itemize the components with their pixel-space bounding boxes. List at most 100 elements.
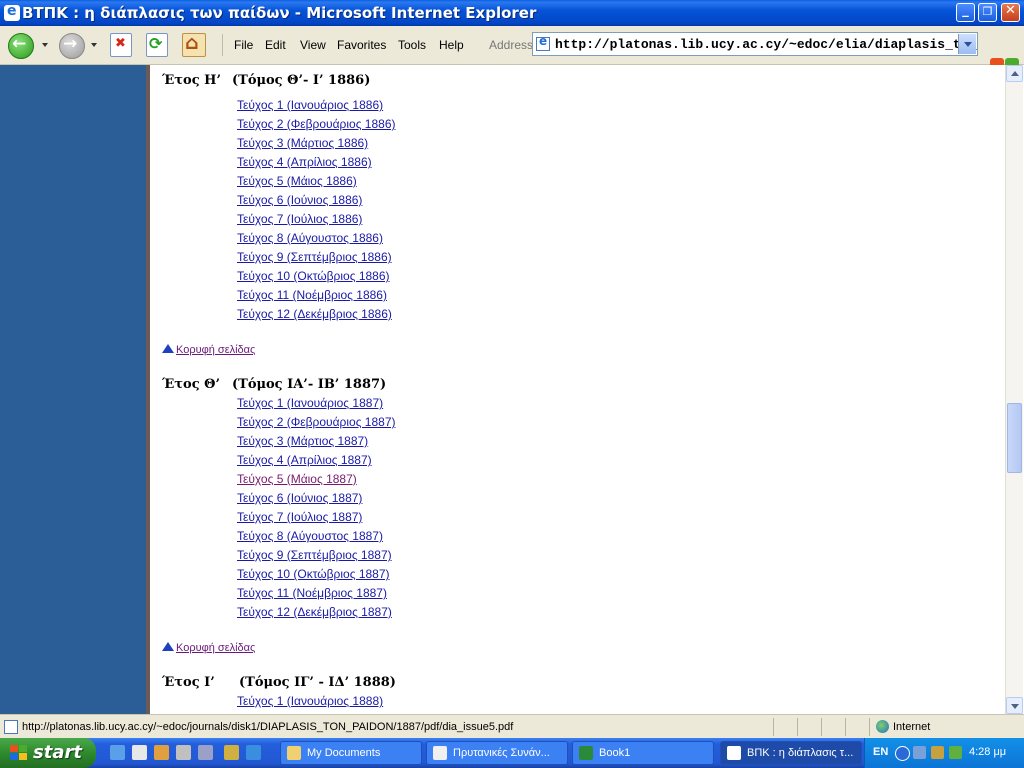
status-divider <box>845 718 846 736</box>
restore-icon: ❐ <box>982 5 993 18</box>
issue-link[interactable]: Τεύχος 1 (Ιανουάριος 1887) <box>237 396 383 410</box>
page-content: Έτος Η’ (Τόμος Θ’- Ι’ 1886) Τεύχος 1 (Ια… <box>150 65 1005 714</box>
close-button[interactable]: ✕ <box>1001 3 1020 22</box>
language-indicator[interactable]: EN <box>873 746 888 758</box>
issue-link[interactable]: Τεύχος 11 (Νοέμβριος 1887) <box>237 586 387 600</box>
quicklaunch-ie-icon[interactable] <box>110 745 125 760</box>
issue-link[interactable]: Τεύχος 12 (Δεκέμβριος 1887) <box>237 605 392 619</box>
ie-icon <box>4 3 20 21</box>
up-triangle-icon <box>162 642 174 651</box>
stop-icon[interactable] <box>110 33 132 57</box>
network-icon[interactable] <box>913 746 926 759</box>
quicklaunch-ie-icon[interactable] <box>246 745 261 760</box>
menu-file[interactable]: File <box>234 38 253 52</box>
issue-link[interactable]: Τεύχος 3 (Μάρτιος 1886) <box>237 136 368 150</box>
start-button[interactable]: start <box>0 738 96 768</box>
minimize-button[interactable]: _ <box>956 3 975 22</box>
year-title: Έτος Ι’ <box>162 675 215 690</box>
taskbar-item-active[interactable]: ΒΠΚ : η διάπλασις τ... <box>720 741 862 765</box>
back-to-top-link[interactable]: Κορυφή σελίδας <box>162 344 255 356</box>
quicklaunch-desktop-icon[interactable] <box>132 745 147 760</box>
issue-link[interactable]: Τεύχος 9 (Σεπτέμβριος 1887) <box>237 548 392 562</box>
menu-tools[interactable]: Tools <box>398 38 426 52</box>
issue-link[interactable]: Τεύχος 6 (Ιούνιος 1887) <box>237 491 362 505</box>
maximize-button[interactable]: ❐ <box>978 3 997 22</box>
taskbar-item[interactable]: Book1 <box>572 741 714 765</box>
issue-link[interactable]: Τεύχος 2 (Φεβρουάριος 1887) <box>237 415 396 429</box>
issue-link[interactable]: Τεύχος 9 (Σεπτέμβριος 1886) <box>237 250 392 264</box>
issue-link[interactable]: Τεύχος 7 (Ιούλιος 1886) <box>237 212 362 226</box>
issue-link[interactable]: Τεύχος 10 (Οκτώβριος 1886) <box>237 269 390 283</box>
address-bar[interactable]: http://platonas.lib.ucy.ac.cy/~edoc/elia… <box>532 32 978 56</box>
issue-link[interactable]: Τεύχος 7 (Ιούλιος 1887) <box>237 510 362 524</box>
page-icon <box>536 34 550 51</box>
internet-zone-icon <box>876 720 889 733</box>
tray-arrow-icon[interactable] <box>895 746 910 761</box>
quicklaunch-app-icon[interactable] <box>176 745 191 760</box>
menu-help[interactable]: Help <box>439 38 464 52</box>
year-heading: Έτος Η’ (Τόμος Θ’- Ι’ 1886) <box>162 73 370 88</box>
scroll-thumb[interactable] <box>1007 403 1022 473</box>
forward-icon[interactable] <box>59 33 85 59</box>
issue-link[interactable]: Τεύχος 8 (Αύγουστος 1886) <box>237 231 383 245</box>
issue-link[interactable]: Τεύχος 4 (Απρίλιος 1887) <box>237 453 372 467</box>
year-heading: Έτος Ι’ (Τόμος ΙΓ’ - ΙΔ’ 1888) <box>162 675 396 690</box>
address-input[interactable]: http://platonas.lib.ucy.ac.cy/~edoc/elia… <box>555 37 977 52</box>
minimize-icon: _ <box>962 3 969 18</box>
taskbar-item[interactable]: My Documents <box>280 741 422 765</box>
status-divider <box>821 718 822 736</box>
status-divider <box>869 718 870 736</box>
status-text: http://platonas.lib.ucy.ac.cy/~edoc/jour… <box>22 721 514 733</box>
year-heading: Έτος Θ’ (Τόμος ΙΑ’- ΙΒ’ 1887) <box>162 377 386 392</box>
quicklaunch-app-icon[interactable] <box>224 745 239 760</box>
back-to-top-label: Κορυφή σελίδας <box>176 344 256 356</box>
issue-link[interactable]: Τεύχος 2 (Φεβρουάριος 1886) <box>237 117 396 131</box>
menu-edit[interactable]: Edit <box>265 38 286 52</box>
back-icon[interactable] <box>8 33 34 59</box>
refresh-icon[interactable] <box>146 33 168 57</box>
close-icon: ✕ <box>1005 3 1016 18</box>
home-icon[interactable] <box>182 32 206 57</box>
issue-link[interactable]: Τεύχος 5 (Μάιος 1887) <box>237 472 357 486</box>
quicklaunch-app-icon[interactable] <box>198 745 213 760</box>
issue-link[interactable]: Τεύχος 1 (Ιανουάριος 1888) <box>237 694 383 708</box>
forward-dropdown-icon[interactable] <box>91 43 97 47</box>
page-status-icon <box>4 720 18 734</box>
issue-link[interactable]: Τεύχος 8 (Αύγουστος 1887) <box>237 529 383 543</box>
address-label: Address <box>489 38 534 52</box>
security-zone-label: Internet <box>893 721 931 733</box>
vertical-scrollbar[interactable] <box>1005 65 1023 714</box>
issue-link[interactable]: Τεύχος 10 (Οκτώβριος 1887) <box>237 567 390 581</box>
address-dropdown-icon[interactable] <box>958 34 976 54</box>
issue-link[interactable]: Τεύχος 11 (Νοέμβριος 1886) <box>237 288 387 302</box>
ie-icon <box>727 746 741 760</box>
left-sidebar <box>0 65 150 714</box>
scroll-down-icon[interactable] <box>1006 697 1023 714</box>
back-to-top-link[interactable]: Κορυφή σελίδας <box>162 642 255 654</box>
document-icon <box>433 746 447 760</box>
taskbar-item-label: Πρυτανικές Συνάν... <box>453 747 550 759</box>
issue-link[interactable]: Τεύχος 4 (Απρίλιος 1886) <box>237 155 372 169</box>
volume-title: (Τόμος ΙΓ’ - ΙΔ’ 1888) <box>239 675 396 690</box>
back-to-top-label: Κορυφή σελίδας <box>176 642 256 654</box>
quicklaunch-app-icon[interactable] <box>154 745 169 760</box>
title-bar[interactable]: ΒΤΠΚ : η διάπλασις των παίδων - Microsof… <box>0 0 1024 26</box>
issue-link[interactable]: Τεύχος 5 (Μάιος 1886) <box>237 174 357 188</box>
issue-link[interactable]: Τεύχος 3 (Μάρτιος 1887) <box>237 434 368 448</box>
toolbar-separator <box>222 34 223 56</box>
scroll-up-icon[interactable] <box>1006 65 1023 82</box>
year-title: Έτος Η’ <box>162 73 221 88</box>
menu-favorites[interactable]: Favorites <box>337 38 386 52</box>
tray-app-icon[interactable] <box>931 746 944 759</box>
start-label: start <box>33 742 82 763</box>
menu-view[interactable]: View <box>300 38 326 52</box>
issue-link[interactable]: Τεύχος 6 (Ιούνιος 1886) <box>237 193 362 207</box>
volume-title: (Τόμος ΙΑ’- ΙΒ’ 1887) <box>232 377 387 392</box>
tray-app-icon[interactable] <box>949 746 962 759</box>
taskbar-item[interactable]: Πρυτανικές Συνάν... <box>426 741 568 765</box>
issue-link[interactable]: Τεύχος 1 (Ιανουάριος 1886) <box>237 98 383 112</box>
back-dropdown-icon[interactable] <box>42 43 48 47</box>
clock: 4:28 μμ <box>969 746 1007 758</box>
issue-link[interactable]: Τεύχος 12 (Δεκέμβριος 1886) <box>237 307 392 321</box>
excel-icon <box>579 746 593 760</box>
